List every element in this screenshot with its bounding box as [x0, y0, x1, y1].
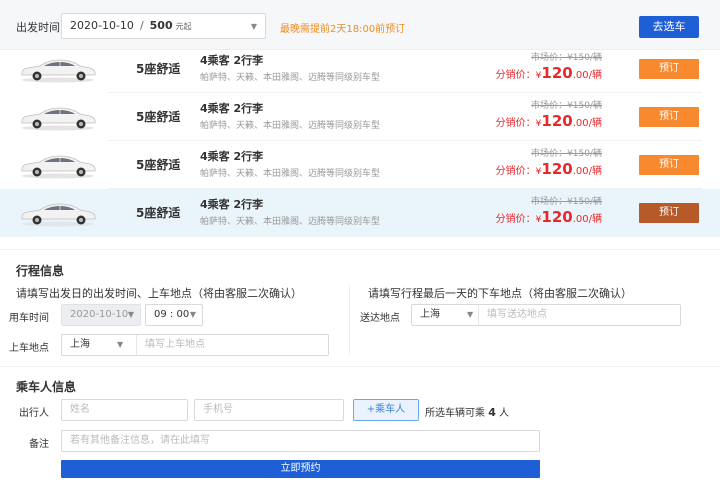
- chevron-down-icon: ▼: [117, 340, 124, 349]
- price-value: 120: [541, 112, 573, 130]
- remark-label: 备注: [29, 439, 49, 450]
- book-button[interactable]: 预订: [639, 107, 699, 127]
- distribution-price: 分销价：¥120.00/辆: [496, 208, 602, 226]
- traveler-phone-input[interactable]: 手机号: [194, 399, 344, 421]
- add-passenger-button[interactable]: +乘车人: [353, 399, 419, 421]
- use-time-select[interactable]: 09 : 00 ▼: [145, 304, 203, 326]
- car-models: 帕萨特、天籁、本田雅阁、迈腾等同级别车型: [200, 169, 381, 179]
- chevron-down-icon: ▼: [127, 310, 134, 319]
- seat-type: 5座舒适: [136, 62, 181, 76]
- pickup-city-value[interactable]: 上海: [70, 335, 90, 355]
- date-price-separator: /: [139, 19, 144, 32]
- car-models: 帕萨特、天籁、本田雅阁、迈腾等同级别车型: [200, 73, 381, 83]
- price-suffix: .00/辆: [572, 166, 602, 177]
- remark-input[interactable]: 若有其他备注信息，请在此填写: [61, 430, 540, 452]
- market-price: 市场价：¥150/辆: [531, 197, 602, 207]
- traveler-label: 出行人: [19, 408, 49, 419]
- section-divider: [0, 366, 720, 367]
- market-price: 市场价：¥150/辆: [531, 149, 602, 159]
- use-date-value: 2020-10-10: [70, 309, 129, 320]
- car-row: 5座舒适 4乘客 2行李 帕萨特、天籁、本田雅阁、迈腾等同级别车型 市场价：¥1…: [0, 45, 720, 93]
- sedan-car-icon: [21, 155, 96, 179]
- market-price: 市场价：¥150/辆: [531, 101, 602, 111]
- start-price-unit: 元起: [175, 22, 192, 31]
- seat-type: 5座舒适: [136, 206, 181, 220]
- departure-time-label: 出发时间: [16, 21, 60, 34]
- submit-booking-button[interactable]: 立即预约: [61, 460, 540, 478]
- dropoff-location-field[interactable]: 上海 ▼ 填写送达地点: [411, 304, 681, 326]
- dropoff-instructions: 请填写行程最后一天的下车地点（将由客服二次确认）: [368, 287, 632, 300]
- capacity-prefix: 所选车辆可乘: [425, 408, 485, 419]
- capacity-suffix: 人: [499, 408, 510, 419]
- price-value: 120: [541, 208, 573, 226]
- booking-deadline-note: 最晚需提前2天18:00前预订: [280, 24, 406, 35]
- start-price: 500: [149, 19, 173, 32]
- name-placeholder: 姓名: [70, 404, 90, 415]
- chevron-down-icon: ▼: [189, 310, 196, 319]
- capacity-text: 4乘客 2行李: [200, 150, 264, 163]
- price-value: 120: [541, 160, 573, 178]
- capacity-count: 4: [488, 406, 496, 419]
- price-suffix: .00/辆: [572, 118, 602, 129]
- capacity-text: 4乘客 2行李: [200, 54, 264, 67]
- book-button[interactable]: 预订: [639, 155, 699, 175]
- pickup-location-label: 上车地点: [9, 343, 49, 354]
- chevron-down-icon: ▼: [250, 22, 257, 31]
- choose-car-button[interactable]: 去选车: [639, 16, 699, 38]
- use-date-select[interactable]: 2020-10-10 ▼: [61, 304, 141, 326]
- distribution-price-label: 分销价：: [495, 70, 536, 81]
- seat-type: 5座舒适: [136, 110, 181, 124]
- price-suffix: .00/辆: [572, 70, 602, 81]
- distribution-price-label: 分销价：: [495, 214, 536, 225]
- car-row: 5座舒适 4乘客 2行李 帕萨特、天籁、本田雅阁、迈腾等同级别车型 市场价：¥1…: [0, 141, 720, 189]
- car-models: 帕萨特、天籁、本田雅阁、迈腾等同级别车型: [200, 217, 381, 227]
- pickup-location-field[interactable]: 上海 ▼ 填写上车地点: [61, 334, 329, 356]
- price-suffix: .00/辆: [572, 214, 602, 225]
- sedan-car-icon: [21, 107, 96, 131]
- car-models: 帕萨特、天籁、本田雅阁、迈腾等同级别车型: [200, 121, 381, 131]
- section-divider: [0, 249, 720, 250]
- price-value: 120: [541, 64, 573, 82]
- pickup-address-input[interactable]: 填写上车地点: [136, 335, 205, 355]
- car-row-selected: 5座舒适 4乘客 2行李 帕萨特、天籁、本田雅阁、迈腾等同级别车型 市场价：¥1…: [0, 189, 720, 237]
- distribution-price: 分销价：¥120.00/辆: [496, 64, 602, 82]
- distribution-price-label: 分销价：: [495, 166, 536, 177]
- book-button[interactable]: 预订: [639, 203, 699, 223]
- booking-page: 出发时间 2020-10-10/500 元起 ▼ 最晚需提前2天18:00前预订 …: [0, 0, 720, 500]
- chevron-down-icon: ▼: [467, 310, 474, 319]
- dropoff-city-value[interactable]: 上海: [420, 305, 440, 325]
- passenger-info-title: 乘车人信息: [16, 380, 77, 394]
- use-time-label: 用车时间: [9, 313, 49, 324]
- phone-placeholder: 手机号: [203, 404, 233, 415]
- seat-type: 5座舒适: [136, 158, 181, 172]
- column-divider: [349, 285, 350, 355]
- dropoff-location-label: 送达地点: [360, 313, 400, 324]
- market-price: 市场价：¥150/辆: [531, 53, 602, 63]
- capacity-text: 4乘客 2行李: [200, 102, 264, 115]
- filter-bar: 出发时间 2020-10-10/500 元起 ▼ 最晚需提前2天18:00前预订 …: [0, 0, 720, 50]
- car-row: 5座舒适 4乘客 2行李 帕萨特、天籁、本田雅阁、迈腾等同级别车型 市场价：¥1…: [0, 93, 720, 141]
- distribution-price: 分销价：¥120.00/辆: [496, 160, 602, 178]
- dropoff-address-input[interactable]: 填写送达地点: [478, 305, 547, 325]
- remark-placeholder: 若有其他备注信息，请在此填写: [70, 435, 210, 446]
- pickup-instructions: 请填写出发日的出发时间、上车地点（将由客服二次确认）: [16, 287, 302, 300]
- distribution-price: 分销价：¥120.00/辆: [496, 112, 602, 130]
- capacity-text: 4乘客 2行李: [200, 198, 264, 211]
- distribution-price-label: 分销价：: [495, 118, 536, 129]
- book-button[interactable]: 预订: [639, 59, 699, 79]
- departure-date-select[interactable]: 2020-10-10 / 500 元起 ▼: [61, 13, 266, 39]
- departure-date-value: 2020-10-10: [70, 19, 134, 32]
- use-time-value: 09 : 00: [154, 309, 190, 320]
- traveler-name-input[interactable]: 姓名: [61, 399, 188, 421]
- vehicle-capacity-note: 所选车辆可乘 4 人: [425, 404, 509, 419]
- sedan-car-icon: [21, 59, 96, 83]
- trip-info-title: 行程信息: [16, 264, 65, 278]
- sedan-car-icon: [21, 203, 96, 227]
